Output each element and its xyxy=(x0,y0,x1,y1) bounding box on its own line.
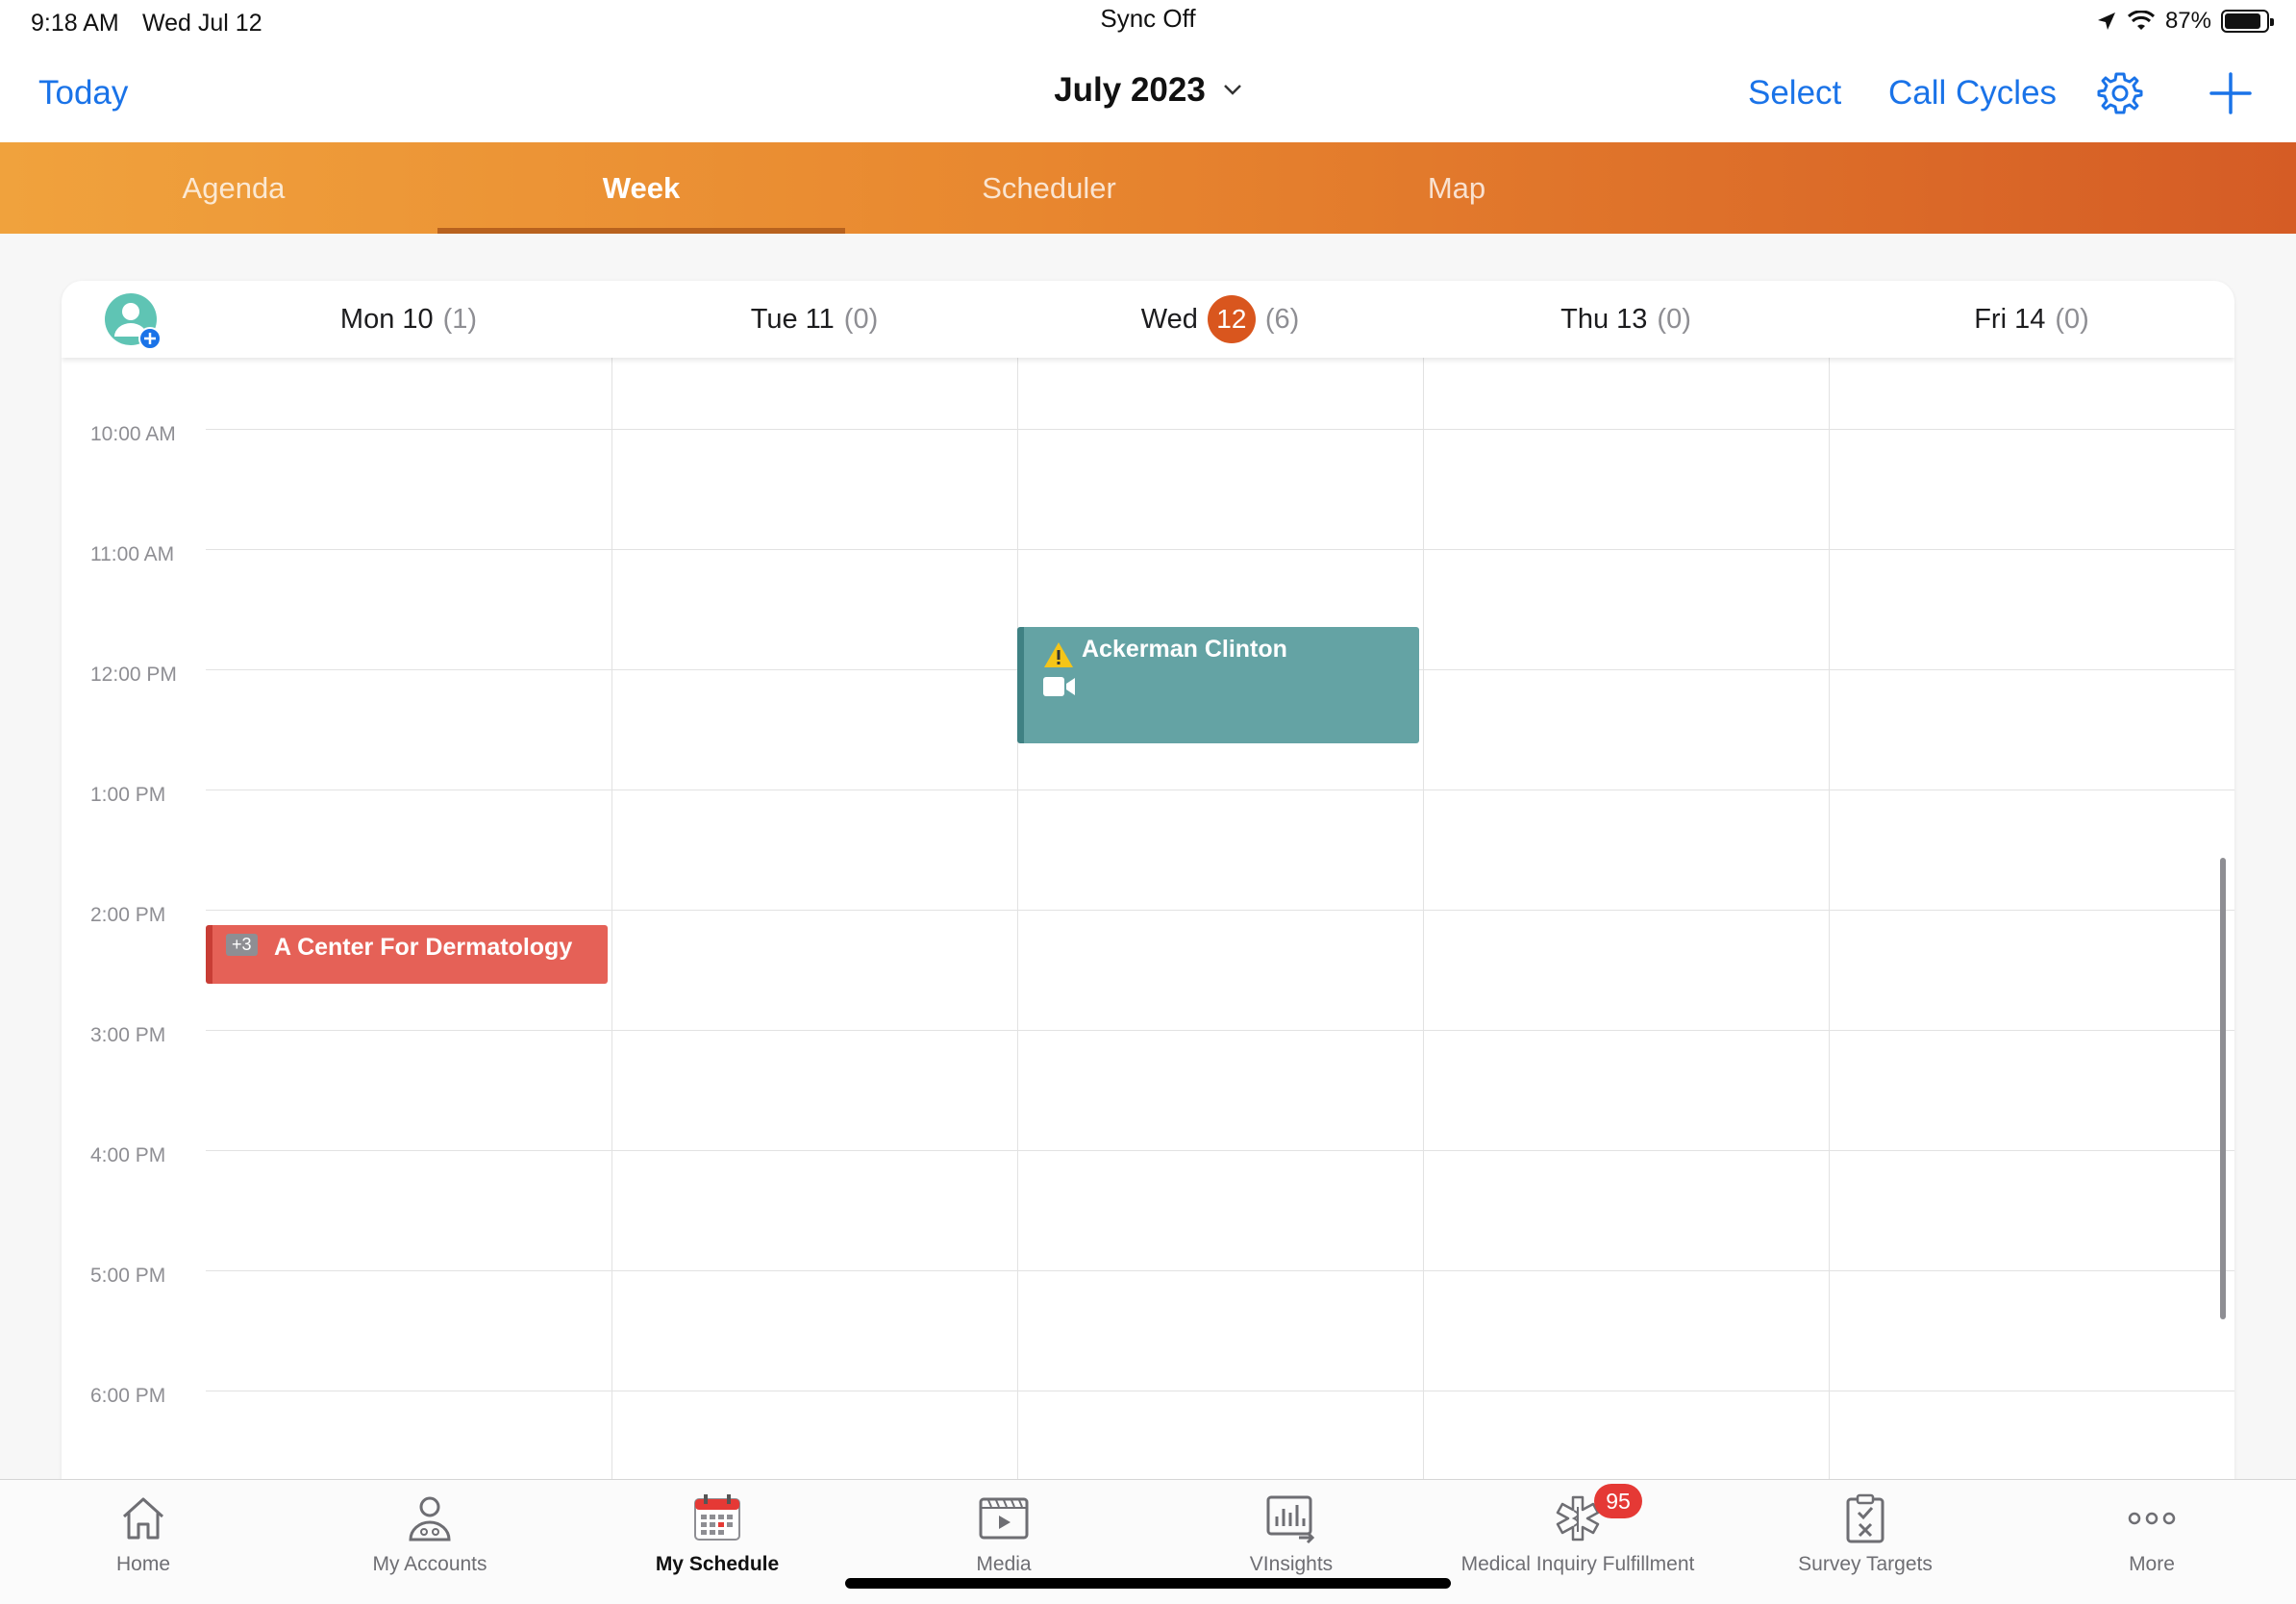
person-icon xyxy=(409,1496,451,1541)
bottom-tab-label: Media xyxy=(976,1553,1032,1575)
today-badge: 12 xyxy=(1207,295,1256,343)
bottom-tab-label: Home xyxy=(115,1553,171,1575)
add-icon[interactable] xyxy=(2208,70,2254,116)
bottom-tab-label: My Accounts xyxy=(372,1553,487,1575)
month-picker[interactable]: July 2023 xyxy=(1054,71,1242,110)
day-count: (0) xyxy=(843,303,879,335)
bottom-tab-medical-inquiry[interactable]: 95 Medical Inquiry Fulfillment xyxy=(1435,1480,1721,1604)
time-label: 5:00 PM xyxy=(90,1265,166,1287)
day-header-thu[interactable]: Thu 13 (0) xyxy=(1423,281,1829,358)
event-ackerman-clinton[interactable]: Ackerman Clinton xyxy=(1017,627,1419,743)
tab-scheduler[interactable]: Scheduler xyxy=(845,142,1253,234)
wifi-icon xyxy=(2127,11,2155,30)
calendar-icon xyxy=(694,1494,740,1541)
time-label: 4:00 PM xyxy=(90,1144,166,1166)
day-header-fri[interactable]: Fri 14 (0) xyxy=(1829,281,2234,358)
chart-icon xyxy=(1266,1495,1315,1544)
chevron-down-icon xyxy=(1223,85,1241,95)
bottom-tab-label: My Schedule xyxy=(655,1553,780,1575)
day-header-row: Mon 10 (1) Tue 11 (0) Wed 12 (6) Thu 13 … xyxy=(62,281,2234,358)
nav-bar: Today July 2023 Select Call Cycles xyxy=(0,48,2296,142)
bottom-tab-my-schedule[interactable]: My Schedule xyxy=(574,1480,861,1604)
tab-week[interactable]: Week xyxy=(437,142,845,234)
event-title: A Center For Dermatology xyxy=(274,934,573,961)
select-button[interactable]: Select xyxy=(1748,74,1841,113)
time-grid[interactable]: 10:00 AM 11:00 AM 12:00 PM 1:00 PM 2:00 … xyxy=(62,358,2234,1483)
home-indicator[interactable] xyxy=(845,1578,1451,1589)
week-calendar: Mon 10 (1) Tue 11 (0) Wed 12 (6) Thu 13 … xyxy=(62,281,2234,1483)
sync-status: Sync Off xyxy=(1100,4,1196,33)
day-header-wed[interactable]: Wed 12 (6) xyxy=(1017,281,1423,358)
bottom-tab-survey-targets[interactable]: Survey Targets xyxy=(1722,1480,2009,1604)
tab-agenda[interactable]: Agenda xyxy=(30,142,437,234)
bottom-tab-label: More xyxy=(2129,1553,2175,1575)
hour-line xyxy=(206,1270,2234,1271)
location-icon xyxy=(2097,13,2115,30)
add-attendee-icon[interactable] xyxy=(104,292,162,350)
bottom-tab-more[interactable]: More xyxy=(2009,1480,2295,1604)
hour-line xyxy=(206,1030,2234,1031)
hour-line xyxy=(206,549,2234,550)
gear-icon[interactable] xyxy=(2097,70,2143,116)
notification-badge: 95 xyxy=(1594,1484,1642,1518)
status-bar: 9:18 AM Wed Jul 12 Sync Off 87% xyxy=(0,0,2296,48)
clipboard-icon xyxy=(1846,1493,1884,1543)
more-events-badge: +3 xyxy=(226,934,258,956)
warning-icon xyxy=(1044,642,1073,667)
month-title: July 2023 xyxy=(1054,71,1206,109)
day-count: (0) xyxy=(2055,303,2089,335)
more-icon xyxy=(2128,1512,2176,1525)
view-tabs: Agenda Week Scheduler Map xyxy=(0,142,2296,234)
video-call-icon xyxy=(1043,677,1075,696)
hour-line xyxy=(206,429,2234,430)
hour-line xyxy=(206,1150,2234,1151)
day-header-tue[interactable]: Tue 11 (0) xyxy=(611,281,1017,358)
call-cycles-button[interactable]: Call Cycles xyxy=(1888,74,2057,113)
scrollbar[interactable] xyxy=(2220,858,2226,1319)
event-center-for-dermatology[interactable]: +3 A Center For Dermatology xyxy=(206,925,608,984)
time-label: 10:00 AM xyxy=(90,423,176,445)
time-label: 2:00 PM xyxy=(90,904,166,926)
column-divider xyxy=(611,358,612,1483)
day-label: Tue 11 xyxy=(750,303,835,335)
bottom-tab-home[interactable]: Home xyxy=(0,1480,287,1604)
app-window: 9:18 AM Wed Jul 12 Sync Off 87% Today Ju… xyxy=(0,0,2296,1604)
column-divider xyxy=(1423,358,1424,1483)
home-icon xyxy=(122,1497,164,1540)
time-label: 12:00 PM xyxy=(90,664,177,686)
day-count: (1) xyxy=(442,303,478,335)
day-label: Fri 14 xyxy=(1974,303,2046,335)
day-label: Thu 13 xyxy=(1560,303,1648,335)
column-divider xyxy=(1017,358,1018,1483)
status-indicators: 87% xyxy=(2096,8,2274,35)
day-header-mon[interactable]: Mon 10 (1) xyxy=(206,281,611,358)
time-label: 1:00 PM xyxy=(90,784,166,806)
column-divider xyxy=(1829,358,1830,1483)
battery-icon xyxy=(2221,10,2274,33)
day-label: Mon 10 xyxy=(339,303,434,335)
day-count: (6) xyxy=(1264,303,1300,335)
tab-map[interactable]: Map xyxy=(1253,142,1660,234)
bottom-tab-my-accounts[interactable]: My Accounts xyxy=(287,1480,573,1604)
battery-percent: 87% xyxy=(2164,8,2211,34)
hour-line xyxy=(206,910,2234,911)
media-icon xyxy=(979,1497,1029,1540)
bottom-tab-label: VInsights xyxy=(1249,1553,1334,1575)
bottom-tab-label: Survey Targets xyxy=(1798,1553,1933,1575)
event-title: Ackerman Clinton xyxy=(1082,636,1287,663)
time-label: 3:00 PM xyxy=(90,1024,166,1046)
day-count: (0) xyxy=(1657,303,1691,335)
day-label: Wed xyxy=(1140,303,1198,335)
time-label: 11:00 AM xyxy=(90,543,175,565)
bottom-tab-label: Medical Inquiry Fulfillment xyxy=(1460,1553,1695,1575)
hour-line xyxy=(206,789,2234,790)
time-label: 6:00 PM xyxy=(90,1385,166,1407)
